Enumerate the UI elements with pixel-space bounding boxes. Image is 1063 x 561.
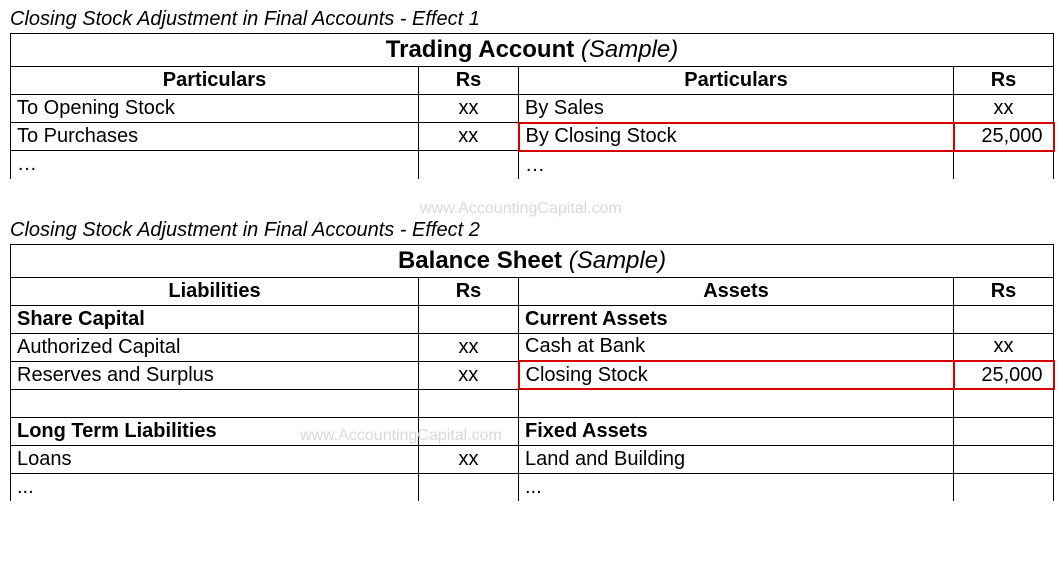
cell-amt	[954, 473, 1054, 501]
cell-amt	[419, 473, 519, 501]
cell-desc: Land and Building	[519, 445, 954, 473]
table-title-sub: (Sample)	[569, 247, 666, 274]
table-row: Authorized Capital xx Cash at Bank xx	[11, 333, 1054, 361]
cell-desc: Cash at Bank	[519, 333, 954, 361]
cell-amt-highlight: 25,000	[954, 123, 1054, 151]
table-title-row: Balance Sheet (Sample)	[11, 244, 1054, 277]
header-left-amt: Rs	[419, 67, 519, 95]
cell-desc-bold: Share Capital	[11, 305, 419, 333]
cell-desc: To Purchases	[11, 123, 419, 151]
table-row: To Opening Stock xx By Sales xx	[11, 95, 1054, 123]
cell-desc: ...	[11, 473, 419, 501]
header-left-amt: Rs	[419, 277, 519, 305]
effect1-caption: Closing Stock Adjustment in Final Accoun…	[10, 8, 1053, 31]
table-row: … …	[11, 151, 1054, 179]
cell-desc: …	[11, 151, 419, 179]
trading-account-table: Trading Account (Sample) Particulars Rs …	[10, 33, 1055, 179]
cell-amt	[954, 151, 1054, 179]
cell-desc-bold: Long Term Liabilities	[11, 417, 419, 445]
cell-amt: xx	[419, 123, 519, 151]
table-row	[11, 389, 1054, 417]
cell-desc-bold: Current Assets	[519, 305, 954, 333]
cell-desc: By Sales	[519, 95, 954, 123]
table-row: ... ...	[11, 473, 1054, 501]
table-title-main: Trading Account	[386, 36, 574, 63]
cell-desc: To Opening Stock	[11, 95, 419, 123]
header-left-desc: Liabilities	[11, 277, 419, 305]
header-left-desc: Particulars	[11, 67, 419, 95]
table-row: Reserves and Surplus xx Closing Stock 25…	[11, 361, 1054, 389]
cell-desc: Reserves and Surplus	[11, 361, 419, 389]
cell-amt: xx	[419, 361, 519, 389]
cell-amt	[954, 305, 1054, 333]
table-row: Long Term Liabilities Fixed Assets	[11, 417, 1054, 445]
cell-amt: xx	[954, 95, 1054, 123]
cell-desc	[11, 389, 419, 417]
balance-sheet-table: Balance Sheet (Sample) Liabilities Rs As…	[10, 244, 1055, 502]
table-row: Loans xx Land and Building	[11, 445, 1054, 473]
cell-amt: xx	[419, 445, 519, 473]
cell-desc	[519, 389, 954, 417]
table-header-row: Liabilities Rs Assets Rs	[11, 277, 1054, 305]
cell-amt: xx	[419, 95, 519, 123]
cell-desc: Loans	[11, 445, 419, 473]
cell-desc: ...	[519, 473, 954, 501]
cell-desc-highlight: Closing Stock	[519, 361, 954, 389]
table-row: To Purchases xx By Closing Stock 25,000	[11, 123, 1054, 151]
cell-desc: Authorized Capital	[11, 333, 419, 361]
table-title-sub: (Sample)	[581, 36, 678, 63]
table-row: Share Capital Current Assets	[11, 305, 1054, 333]
cell-amt	[954, 417, 1054, 445]
cell-amt	[954, 445, 1054, 473]
table-title-row: Trading Account (Sample)	[11, 34, 1054, 67]
cell-amt	[419, 305, 519, 333]
cell-desc-bold: Fixed Assets	[519, 417, 954, 445]
table-header-row: Particulars Rs Particulars Rs	[11, 67, 1054, 95]
cell-amt-highlight: 25,000	[954, 361, 1054, 389]
header-right-desc: Assets	[519, 277, 954, 305]
cell-amt	[419, 417, 519, 445]
cell-amt: xx	[954, 333, 1054, 361]
cell-amt	[419, 151, 519, 179]
header-right-desc: Particulars	[519, 67, 954, 95]
cell-amt	[954, 389, 1054, 417]
cell-amt	[419, 389, 519, 417]
effect2-caption: Closing Stock Adjustment in Final Accoun…	[10, 219, 1053, 242]
header-right-amt: Rs	[954, 67, 1054, 95]
cell-desc: …	[519, 151, 954, 179]
cell-amt: xx	[419, 333, 519, 361]
table-title-main: Balance Sheet	[398, 247, 562, 274]
cell-desc-highlight: By Closing Stock	[519, 123, 954, 151]
header-right-amt: Rs	[954, 277, 1054, 305]
